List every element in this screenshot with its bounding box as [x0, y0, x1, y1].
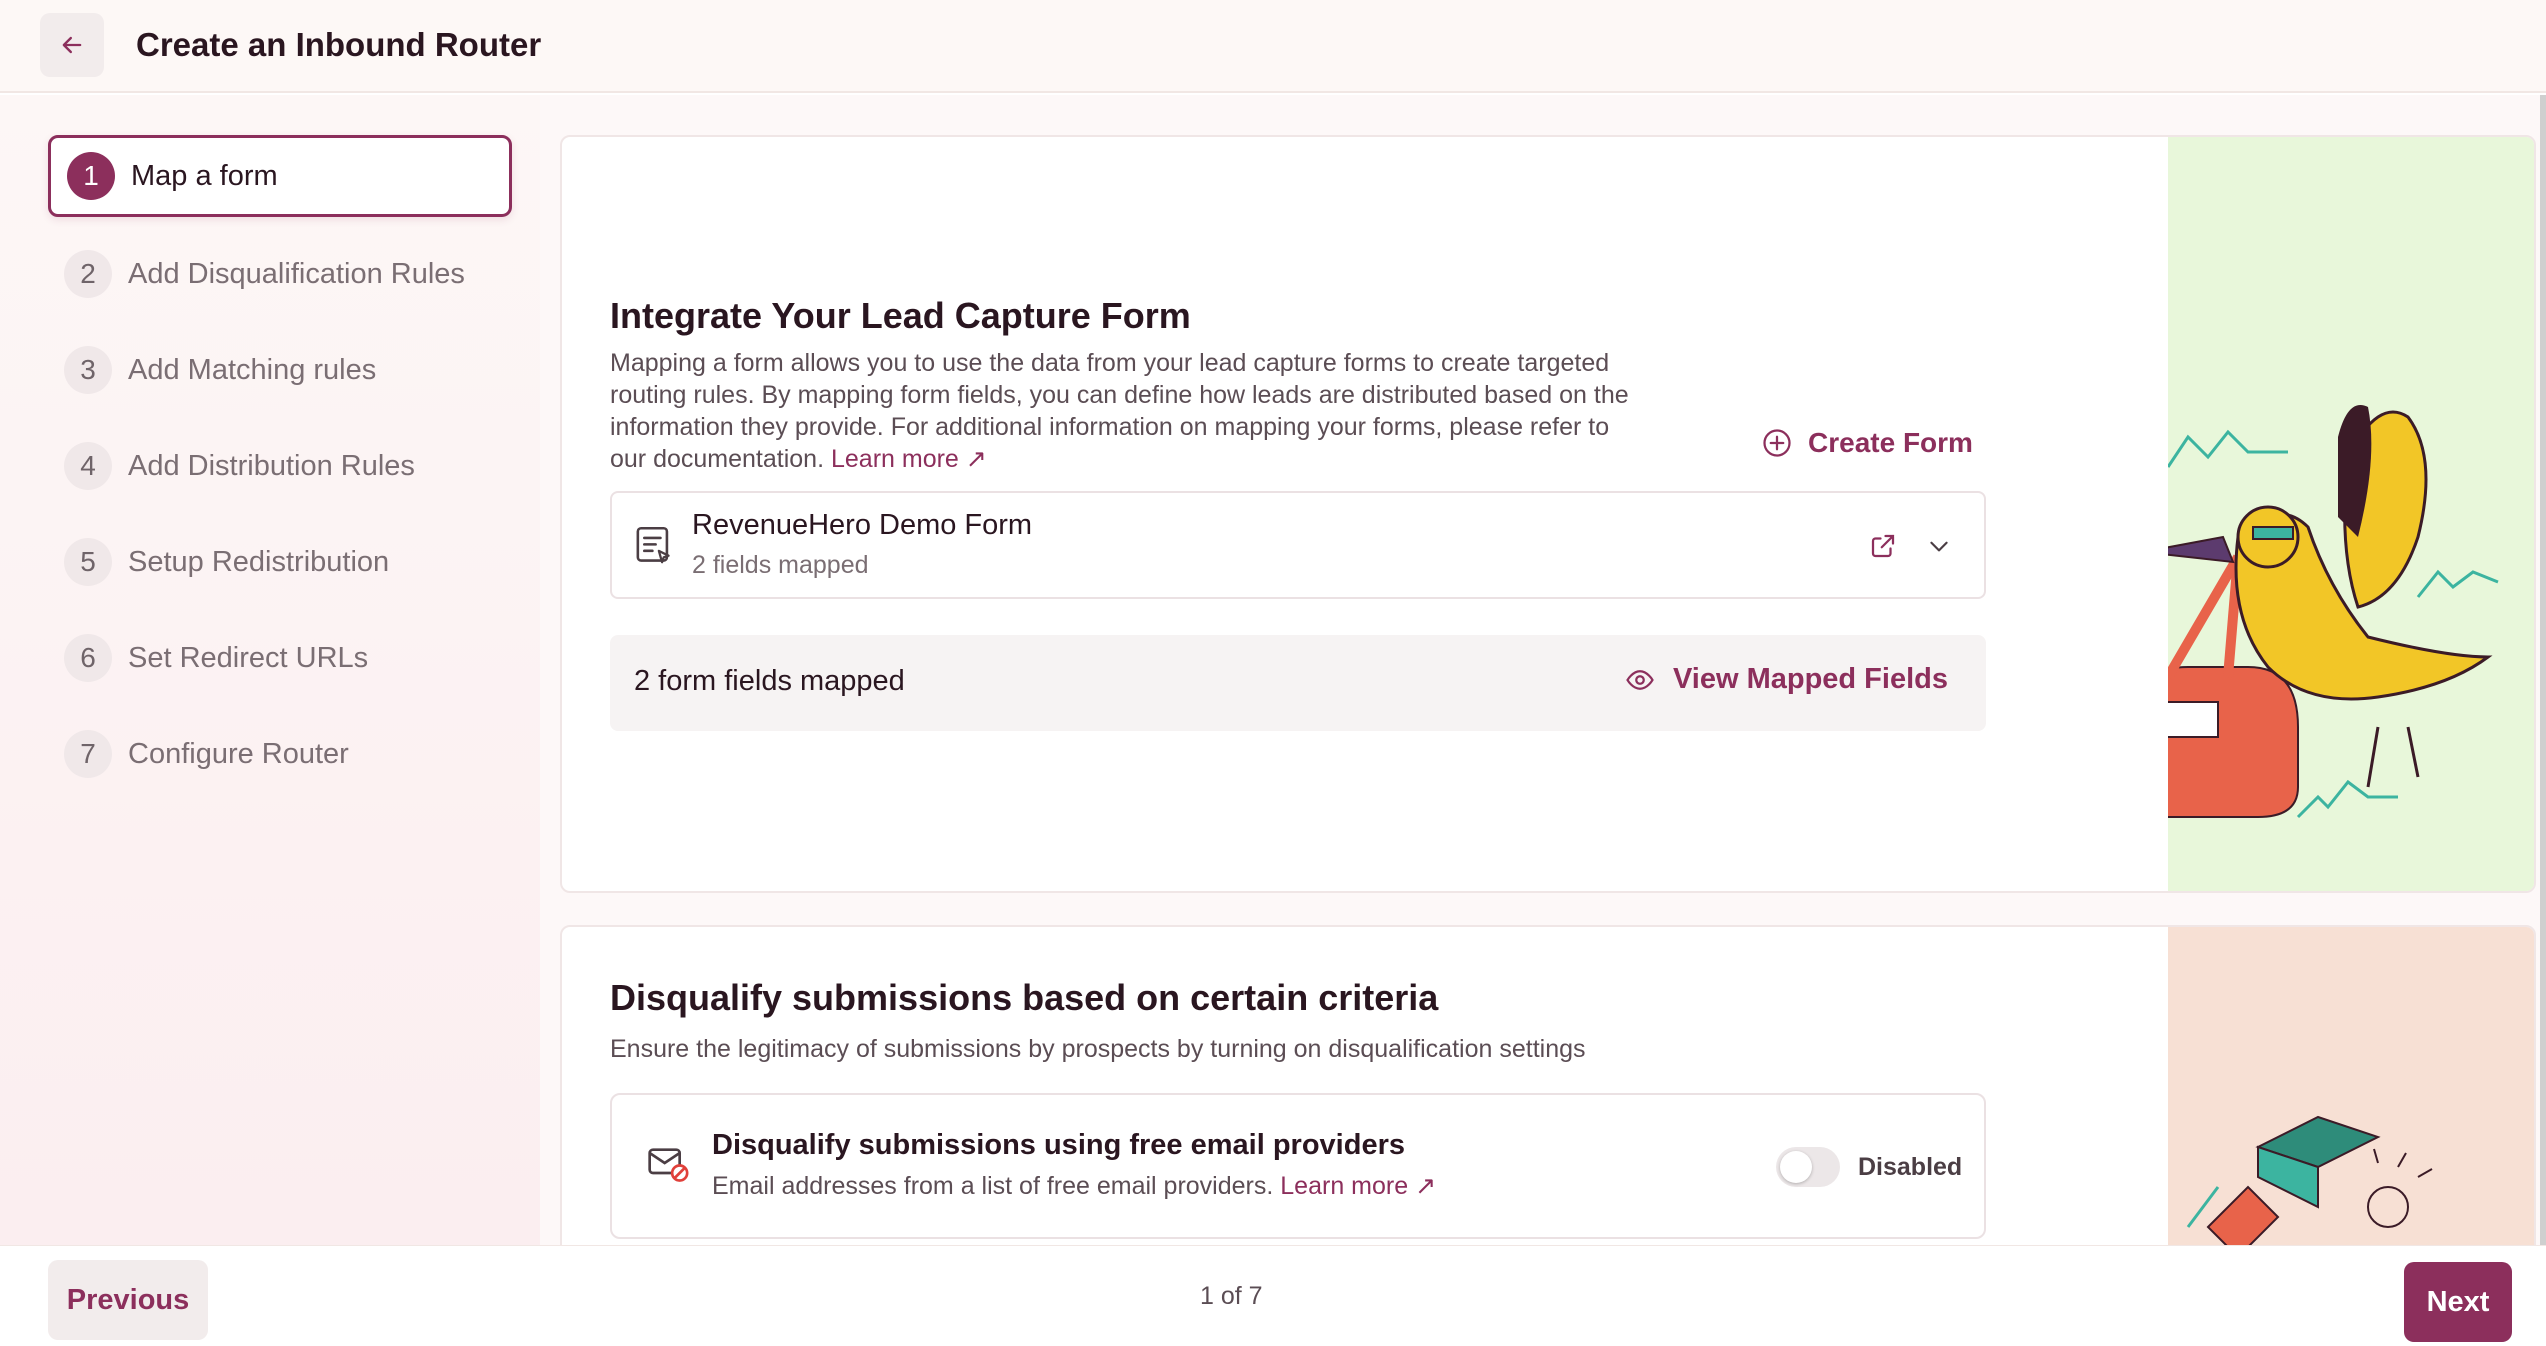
step-label: Setup Redistribution: [128, 545, 390, 578]
page-title: Create an Inbound Router: [136, 26, 542, 63]
arrow-left-icon: [62, 36, 82, 54]
mapped-fields-bar: 2 form fields mapped View Mapped Fields: [610, 635, 1986, 731]
integrate-title: Integrate Your Lead Capture Form: [610, 295, 1191, 336]
step-map-form[interactable]: 1 Map a form: [48, 135, 512, 217]
page-indicator: 1 of 7: [1200, 1282, 1263, 1310]
free-email-rule: Disqualify submissions using free email …: [610, 1093, 1986, 1239]
integrate-description-text: Mapping a form allows you to use the dat…: [610, 349, 1629, 473]
step-redirect-urls[interactable]: 6 Set Redirect URLs: [48, 617, 512, 699]
free-email-rule-text: Email addresses from a list of free emai…: [712, 1172, 1274, 1200]
steps-sidebar: 1 Map a form 2 Add Disqualification Rule…: [0, 95, 540, 1245]
step-number: 3: [64, 346, 112, 394]
free-email-rule-title: Disqualify submissions using free email …: [712, 1129, 1405, 1161]
step-label: Configure Router: [128, 737, 349, 770]
step-label: Map a form: [131, 159, 278, 192]
eye-icon: [1626, 669, 1654, 690]
disqualify-description: Ensure the legitimacy of submissions by …: [610, 1035, 1586, 1063]
step-configure-router[interactable]: 7 Configure Router: [48, 713, 512, 795]
window-scrollbar[interactable]: [2540, 95, 2546, 1245]
step-label: Set Redirect URLs: [128, 641, 369, 674]
footer-bar: Previous 1 of 7 Next: [0, 1245, 2546, 1346]
main-content: Integrate Your Lead Capture Form Mapping…: [540, 95, 2546, 1285]
disqualify-card: Disqualify submissions based on certain …: [560, 925, 2536, 1285]
step-matching-rules[interactable]: 3 Add Matching rules: [48, 329, 512, 411]
next-button[interactable]: Next: [2404, 1262, 2512, 1342]
step-redistribution[interactable]: 5 Setup Redistribution: [48, 521, 512, 603]
box-illustration: [2186, 1115, 2433, 1259]
learn-more-link[interactable]: Learn more ↗: [831, 445, 987, 473]
integrate-description: Mapping a form allows you to use the dat…: [610, 347, 1650, 475]
step-number: 6: [64, 634, 112, 682]
create-form-label: Create Form: [1808, 427, 1973, 458]
disqualify-title: Disqualify submissions based on certain …: [610, 977, 1439, 1018]
step-label: Add Matching rules: [128, 353, 377, 386]
step-number: 5: [64, 538, 112, 586]
step-label: Add Distribution Rules: [128, 449, 415, 482]
view-mapped-label: View Mapped Fields: [1672, 663, 1948, 695]
form-name: RevenueHero Demo Form: [692, 509, 1033, 541]
mapped-fields-count: 2 form fields mapped: [634, 665, 905, 697]
illustration-panel: [2127, 137, 2534, 891]
form-fields-count: 2 fields mapped: [692, 551, 869, 579]
chevron-down-icon: [1930, 541, 1948, 552]
view-mapped-fields-button[interactable]: View Mapped Fields: [1625, 663, 1948, 696]
step-number: 7: [64, 730, 112, 778]
step-number: 1: [67, 152, 115, 200]
integrate-form-card: Integrate Your Lead Capture Form Mapping…: [560, 135, 2536, 893]
top-bar: Create an Inbound Router: [0, 0, 2546, 93]
free-email-toggle[interactable]: [1776, 1147, 1840, 1187]
step-disqualification-rules[interactable]: 2 Add Disqualification Rules: [48, 233, 512, 315]
step-distribution-rules[interactable]: 4 Add Distribution Rules: [48, 425, 512, 507]
step-number: 2: [64, 250, 112, 298]
back-button[interactable]: [40, 13, 104, 77]
bird-illustration: [2127, 405, 2499, 819]
toggle-status-label: Disabled: [1858, 1153, 1963, 1181]
illustration-panel: [2168, 927, 2534, 1283]
toggle-knob: [1780, 1151, 1812, 1183]
create-form-button[interactable]: Create Form: [1762, 427, 1973, 459]
step-label: Add Disqualification Rules: [128, 257, 465, 290]
form-select-dropdown[interactable]: RevenueHero Demo Form 2 fields mapped: [610, 491, 1986, 599]
form-icon: [636, 526, 670, 564]
free-email-rule-description: Email addresses from a list of free emai…: [712, 1171, 1436, 1201]
previous-button[interactable]: Previous: [48, 1260, 208, 1340]
external-link-icon[interactable]: [1868, 531, 1898, 561]
plus-circle-icon: [1763, 429, 1791, 457]
learn-more-link[interactable]: Learn more ↗: [1280, 1172, 1436, 1200]
step-number: 4: [64, 442, 112, 490]
email-blocked-icon: [648, 1148, 689, 1182]
